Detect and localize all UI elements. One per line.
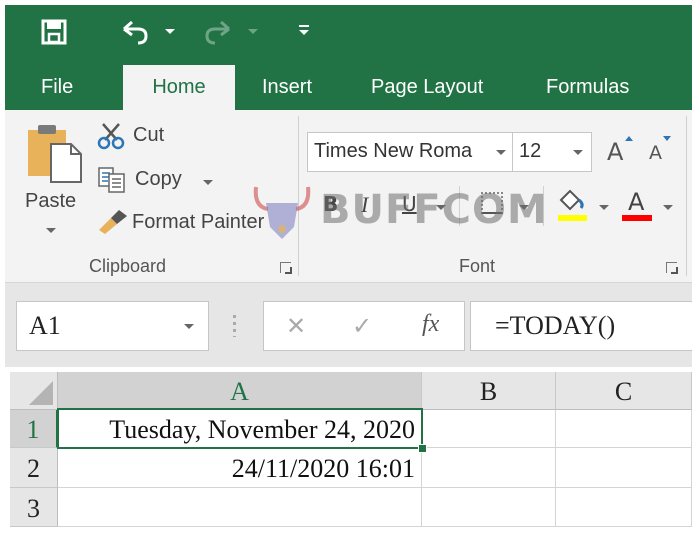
confirm-entry-button[interactable]: ✓: [352, 312, 372, 340]
ribbon: Paste Cut Copy Format Painter Clipboard …: [5, 110, 692, 283]
font-group-label: Font: [459, 256, 496, 276]
underline-button[interactable]: U: [402, 192, 417, 216]
cut-button[interactable]: Cut: [133, 124, 164, 147]
tab-formulas[interactable]: Formulas: [546, 65, 629, 110]
fill-color-button[interactable]: [557, 188, 587, 222]
decrease-font-size-button[interactable]: A: [647, 134, 677, 166]
borders-dropdown-icon[interactable]: [519, 205, 529, 210]
tab-page-layout[interactable]: Page Layout: [371, 65, 483, 110]
redo-dropdown-icon: [248, 29, 258, 34]
font-group: Times New Roma 12 A A B I U A Font: [299, 110, 692, 282]
cell-c1[interactable]: [556, 410, 692, 448]
insert-function-button[interactable]: fx: [422, 311, 439, 338]
select-all-button[interactable]: [10, 372, 58, 410]
toolbar-separator: [459, 186, 460, 226]
worksheet-grid: A B C 1 2 3 Tuesday, November 24, 2020 2…: [5, 367, 692, 532]
copy-icon: [97, 166, 127, 194]
shrink-arrow-icon: [663, 136, 671, 141]
font-name-dropdown-icon[interactable]: [496, 150, 506, 155]
customize-qat-icon[interactable]: [299, 25, 309, 39]
italic-button[interactable]: I: [361, 192, 368, 218]
font-size-dropdown-icon[interactable]: [573, 150, 583, 155]
font-color-swatch: [622, 215, 652, 221]
tab-insert[interactable]: Insert: [262, 65, 312, 110]
name-box-dropdown-icon[interactable]: [184, 324, 194, 329]
paint-bucket-icon: [559, 189, 584, 211]
borders-icon[interactable]: [481, 192, 503, 214]
font-color-dropdown-icon[interactable]: [663, 205, 673, 210]
row-header-3[interactable]: 3: [10, 488, 58, 527]
formula-bar-area: A1 ✕ ✓ fx =TODAY(): [5, 283, 692, 367]
clipboard-group: Paste Cut Copy Format Painter Clipboard: [5, 110, 297, 282]
select-all-triangle-icon: [29, 381, 53, 405]
tab-home[interactable]: Home: [123, 65, 235, 110]
formula-buttons: ✕ ✓ fx: [263, 301, 465, 351]
name-box-value: A1: [29, 311, 61, 340]
copy-dropdown-icon[interactable]: [203, 180, 213, 185]
cell-a3[interactable]: [58, 488, 422, 527]
undo-icon[interactable]: [120, 19, 150, 47]
formula-text: =TODAY(): [495, 311, 616, 340]
copy-button[interactable]: Copy: [135, 168, 182, 191]
cell-a1[interactable]: Tuesday, November 24, 2020: [58, 410, 422, 448]
grow-font-icon: A: [607, 138, 624, 166]
column-header-b[interactable]: B: [422, 372, 556, 410]
cancel-entry-button[interactable]: ✕: [286, 312, 306, 340]
row-header-1[interactable]: 1: [10, 410, 58, 448]
paste-dropdown-icon[interactable]: [46, 228, 56, 233]
redo-icon: [203, 19, 233, 47]
cell-a2[interactable]: 24/11/2020 16:01: [58, 448, 422, 488]
column-header-a[interactable]: A: [58, 372, 422, 410]
font-name-combobox[interactable]: Times New Roma: [307, 132, 513, 172]
cell-b2[interactable]: [422, 448, 556, 488]
cut-icon: [97, 122, 125, 150]
grow-arrow-icon: [625, 136, 633, 141]
font-size-combobox[interactable]: 12: [512, 132, 592, 172]
font-dialog-launcher-icon[interactable]: [666, 262, 678, 274]
clipboard-group-label: Clipboard: [89, 256, 167, 276]
format-painter-icon: [97, 208, 129, 234]
fill-handle[interactable]: [418, 444, 427, 453]
underline-dropdown-icon[interactable]: [436, 205, 446, 210]
clipboard-dialog-launcher-icon[interactable]: [280, 262, 292, 274]
font-color-glyph: A: [628, 188, 645, 216]
format-painter-button[interactable]: Format Painter: [132, 211, 264, 234]
title-bar: File Home Insert Page Layout Formulas: [5, 5, 692, 110]
save-icon[interactable]: [41, 19, 67, 45]
bold-button[interactable]: B: [323, 192, 338, 216]
tab-file[interactable]: File: [41, 65, 73, 110]
font-name-value: Times New Roma: [314, 140, 473, 162]
group-separator: [686, 116, 687, 276]
toolbar-separator: [543, 186, 544, 226]
row-header-2[interactable]: 2: [10, 448, 58, 488]
increase-font-size-button[interactable]: A: [605, 134, 635, 166]
fill-color-swatch: [558, 215, 587, 221]
shrink-font-icon: A: [649, 142, 662, 164]
paste-icon[interactable]: [25, 122, 87, 184]
paste-button[interactable]: Paste: [25, 190, 76, 213]
formula-input[interactable]: =TODAY(): [470, 301, 692, 351]
column-header-c[interactable]: C: [556, 372, 692, 410]
cell-c3[interactable]: [556, 488, 692, 527]
name-box[interactable]: A1: [16, 301, 209, 351]
formula-bar-grip[interactable]: [233, 315, 236, 337]
undo-dropdown-icon[interactable]: [165, 29, 175, 34]
cell-c2[interactable]: [556, 448, 692, 488]
fill-color-dropdown-icon[interactable]: [599, 205, 609, 210]
cell-b1[interactable]: [422, 410, 556, 448]
font-color-button[interactable]: A: [621, 188, 653, 222]
cell-b3[interactable]: [422, 488, 556, 527]
font-size-value: 12: [519, 140, 542, 162]
